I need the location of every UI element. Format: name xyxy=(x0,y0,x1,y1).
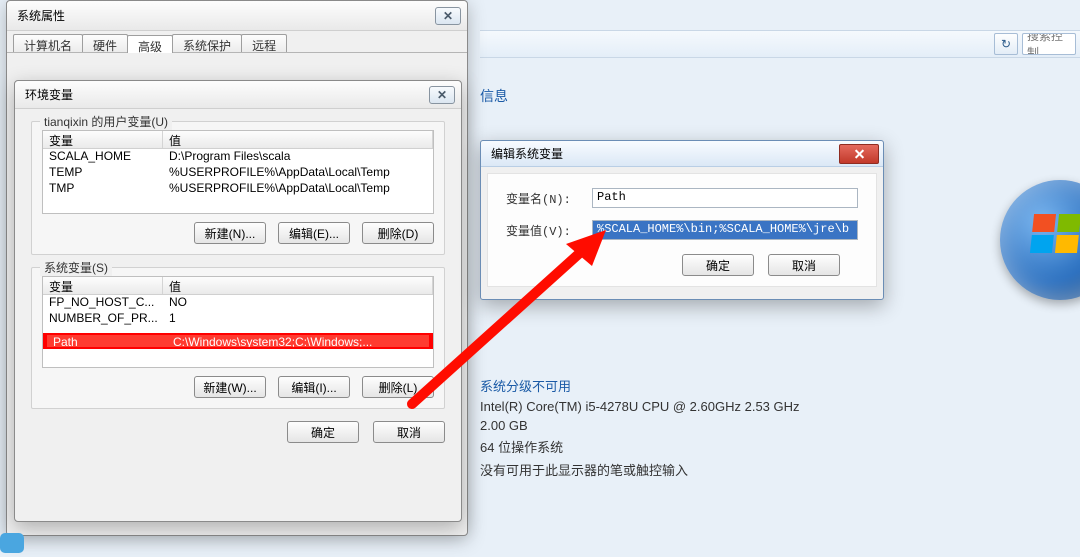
close-icon[interactable]: ✕ xyxy=(435,7,461,25)
header-value: 值 xyxy=(163,131,433,148)
tab-computer-name[interactable]: 计算机名 xyxy=(13,34,83,52)
environment-variables-titlebar: 环境变量 ✕ xyxy=(15,81,461,109)
list-item[interactable]: NUMBER_OF_PR...1 xyxy=(43,311,433,327)
tab-advanced[interactable]: 高级 xyxy=(127,35,173,53)
system-variables-group: 系统变量(S) 变量 值 FP_NO_HOST_C...NO NUMBER_OF… xyxy=(31,267,445,409)
system-rating-block: 系统分级不可用 Intel(R) Core(TM) i5-4278U CPU @… xyxy=(480,372,800,483)
header-value: 值 xyxy=(163,277,433,294)
environment-variables-dialog: 环境变量 ✕ tianqixin 的用户变量(U) 变量 值 SCALA_HOM… xyxy=(14,80,462,522)
close-icon[interactable] xyxy=(839,144,879,164)
taskbar-cloud-icon[interactable] xyxy=(0,533,24,553)
system-variables-list[interactable]: 变量 值 FP_NO_HOST_C...NO NUMBER_OF_PR...1 … xyxy=(42,276,434,368)
list-item[interactable]: SCALA_HOMED:\Program Files\scala xyxy=(43,149,433,165)
windows-logo-icon xyxy=(1000,180,1080,300)
tab-system-protection[interactable]: 系统保护 xyxy=(172,34,242,52)
system-buttons: 新建(W)... 编辑(I)... 删除(L) xyxy=(42,376,434,398)
variable-value-label: 变量值(V): xyxy=(506,222,592,239)
variable-value-input[interactable]: %SCALA_HOME%\bin;%SCALA_HOME%\jre\b xyxy=(592,220,858,240)
list-item[interactable]: TMP%USERPROFILE%\AppData\Local\Temp xyxy=(43,181,433,197)
delete-button[interactable]: 删除(L) xyxy=(362,376,434,398)
cancel-button[interactable]: 取消 xyxy=(373,421,445,443)
list-header: 变量 值 xyxy=(43,277,433,295)
user-variables-group: tianqixin 的用户变量(U) 变量 值 SCALA_HOMED:\Pro… xyxy=(31,121,445,255)
explorer-toolbar: ↻ 搜索控制 xyxy=(480,30,1080,58)
system-variables-group-title: 系统变量(S) xyxy=(40,259,112,276)
rating-link[interactable]: 系统分级不可用 xyxy=(480,376,800,395)
user-variables-group-title: tianqixin 的用户变量(U) xyxy=(40,113,172,130)
pen-touch-info: 没有可用于此显示器的笔或触控输入 xyxy=(480,460,800,479)
system-properties-titlebar: 系统属性 ✕ xyxy=(7,1,467,31)
ok-button[interactable]: 确定 xyxy=(287,421,359,443)
edit-variable-title: 编辑系统变量 xyxy=(491,145,563,162)
system-info-heading-block: 信息 xyxy=(480,82,508,112)
header-name: 变量 xyxy=(43,277,163,294)
environment-variables-title: 环境变量 xyxy=(25,86,73,103)
ok-button[interactable]: 确定 xyxy=(682,254,754,276)
dialog-buttons: 确定 取消 xyxy=(15,413,461,451)
edit-button[interactable]: 编辑(I)... xyxy=(278,376,350,398)
system-properties-title: 系统属性 xyxy=(17,7,65,24)
ram-info: 2.00 GB xyxy=(480,418,800,433)
user-buttons: 新建(N)... 编辑(E)... 删除(D) xyxy=(42,222,434,244)
edit-system-variable-dialog: 编辑系统变量 变量名(N): Path 变量值(V): %SCALA_HOME%… xyxy=(480,140,884,300)
os-type-info: 64 位操作系统 xyxy=(480,437,800,456)
new-button[interactable]: 新建(N)... xyxy=(194,222,266,244)
tab-hardware[interactable]: 硬件 xyxy=(82,34,128,52)
variable-name-input[interactable]: Path xyxy=(592,188,858,208)
list-item[interactable]: TEMP%USERPROFILE%\AppData\Local\Temp xyxy=(43,165,433,181)
user-variables-list[interactable]: 变量 值 SCALA_HOMED:\Program Files\scala TE… xyxy=(42,130,434,214)
cancel-button[interactable]: 取消 xyxy=(768,254,840,276)
tab-remote[interactable]: 远程 xyxy=(241,34,287,52)
variable-value-field: 变量值(V): %SCALA_HOME%\bin;%SCALA_HOME%\jr… xyxy=(506,220,858,240)
variable-name-label: 变量名(N): xyxy=(506,190,592,207)
info-heading: 信息 xyxy=(480,86,508,106)
cpu-info: Intel(R) Core(TM) i5-4278U CPU @ 2.60GHz… xyxy=(480,399,800,414)
edit-body: 变量名(N): Path 变量值(V): %SCALA_HOME%\bin;%S… xyxy=(487,173,877,287)
edit-button[interactable]: 编辑(E)... xyxy=(278,222,350,244)
header-name: 变量 xyxy=(43,131,163,148)
list-header: 变量 值 xyxy=(43,131,433,149)
list-item-selected[interactable]: PathC:\Windows\system32;C:\Windows;... xyxy=(43,333,433,349)
refresh-button[interactable]: ↻ xyxy=(994,33,1018,55)
variable-name-field: 变量名(N): Path xyxy=(506,188,858,208)
system-properties-tabs: 计算机名 硬件 高级 系统保护 远程 xyxy=(7,31,467,53)
new-button[interactable]: 新建(W)... xyxy=(194,376,266,398)
edit-variable-titlebar: 编辑系统变量 xyxy=(481,141,883,167)
list-item[interactable]: FP_NO_HOST_C...NO xyxy=(43,295,433,311)
search-input[interactable]: 搜索控制 xyxy=(1022,33,1076,55)
dialog-buttons: 确定 取消 xyxy=(506,252,858,280)
delete-button[interactable]: 删除(D) xyxy=(362,222,434,244)
close-icon[interactable]: ✕ xyxy=(429,86,455,104)
